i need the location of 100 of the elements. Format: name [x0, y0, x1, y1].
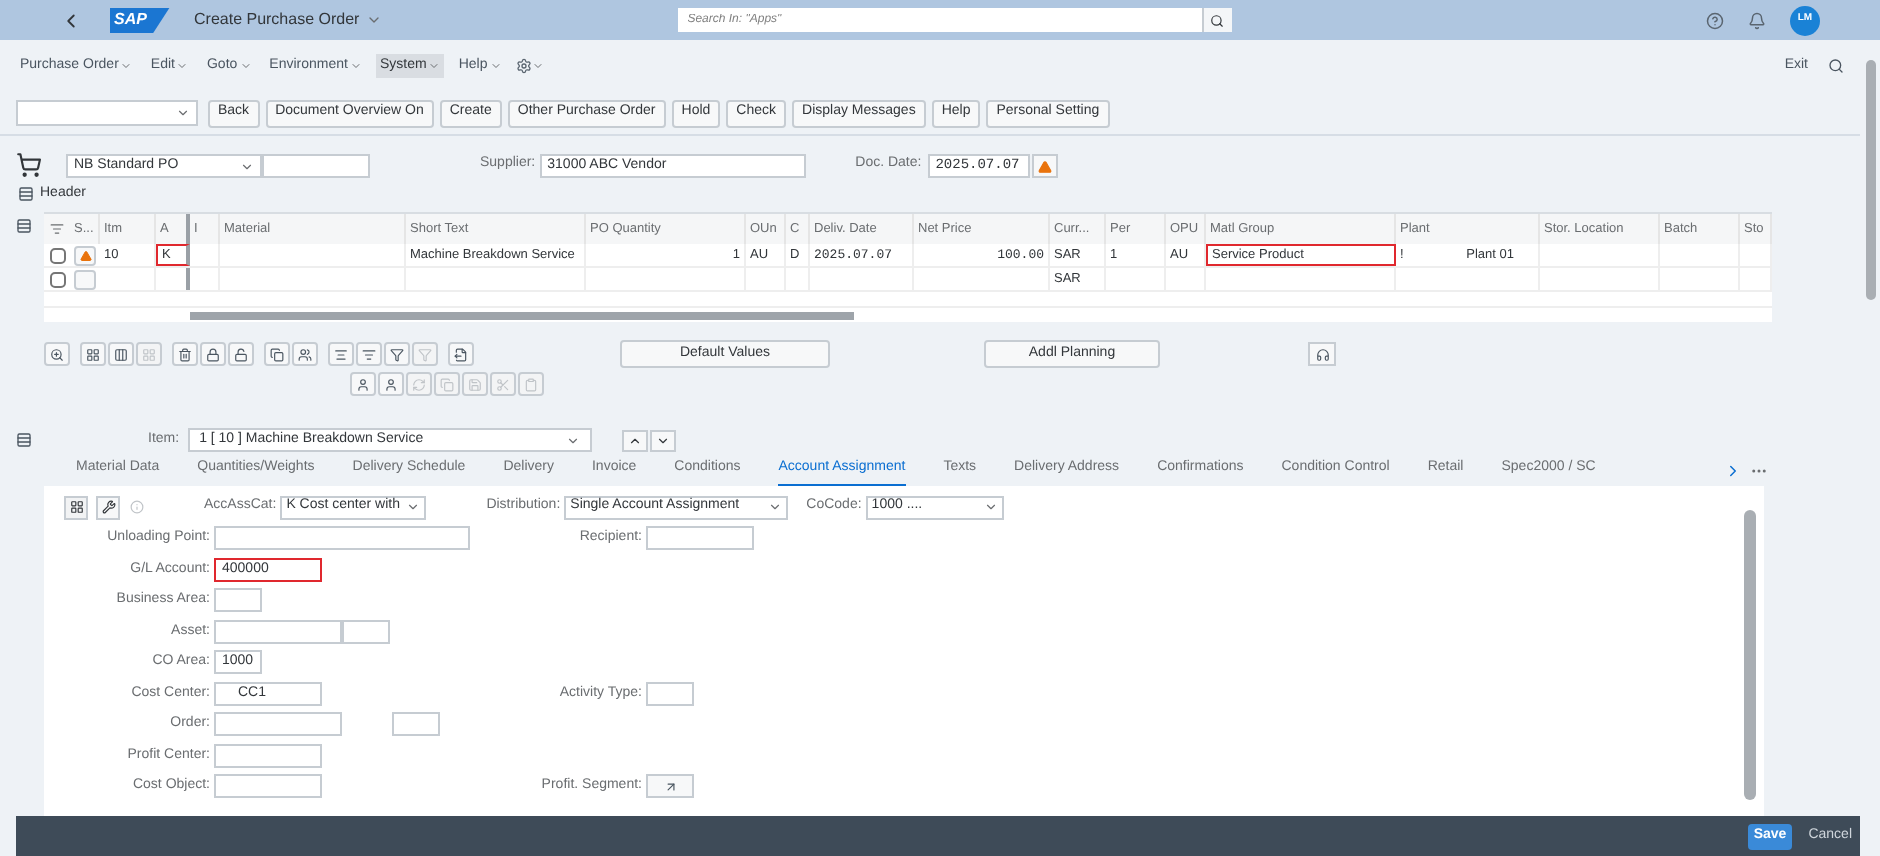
user-icon [384, 377, 398, 391]
caret-icon [365, 12, 382, 28]
tool-button[interactable] [200, 342, 226, 366]
caret-icon [983, 500, 998, 514]
warning-icon [79, 249, 91, 261]
tool-button[interactable] [264, 342, 290, 366]
caret-icon [176, 60, 189, 72]
caret-icon [428, 60, 441, 72]
status-button[interactable] [74, 245, 96, 265]
input-field[interactable] [214, 619, 342, 644]
tool-button[interactable] [96, 495, 120, 519]
caret-icon [240, 159, 254, 173]
app-title: Create Purchase Order [194, 8, 360, 32]
input-button[interactable] [646, 774, 694, 799]
rows-icon [18, 186, 34, 202]
grid-icon [86, 347, 100, 361]
tool-button[interactable] [80, 342, 106, 366]
rows-icon [16, 432, 32, 448]
export-icon [454, 347, 468, 361]
search-icon [1828, 58, 1844, 74]
settings-menu[interactable] [515, 58, 544, 74]
caret-icon [768, 500, 783, 514]
search-button[interactable] [1828, 58, 1844, 74]
next-item-button[interactable] [649, 429, 676, 451]
columns-icon [114, 347, 128, 361]
tool-button[interactable] [108, 342, 134, 366]
horizontal-scrollbar[interactable] [190, 311, 854, 319]
select-all-button[interactable] [50, 222, 64, 236]
filter-icon [390, 347, 404, 361]
chevron-right-icon [1724, 461, 1742, 479]
tool-button[interactable] [292, 342, 318, 366]
info-icon [130, 500, 144, 514]
tool-button[interactable] [228, 342, 254, 366]
caret-icon [565, 433, 580, 447]
scissors-icon [496, 377, 510, 391]
table-settings-button[interactable] [16, 218, 32, 234]
arrow-icon [663, 779, 677, 794]
row-checkbox[interactable] [49, 247, 65, 263]
input-field[interactable] [646, 526, 754, 551]
copy-icon [440, 377, 454, 391]
input-field[interactable] [214, 743, 322, 768]
unlock-icon [234, 347, 248, 361]
chevron-down-icon [655, 433, 670, 447]
cart-icon [16, 152, 42, 178]
wrench-icon [101, 500, 115, 514]
list-filter-icon [362, 347, 376, 361]
tool-button[interactable] [1308, 342, 1336, 366]
row-checkbox[interactable] [49, 271, 65, 287]
headphones-icon [1315, 347, 1329, 361]
user-icon [356, 377, 370, 391]
tool-button[interactable] [448, 342, 474, 366]
lock-icon [206, 347, 220, 361]
vertical-scrollbar[interactable] [1744, 510, 1756, 800]
input-field[interactable] [214, 774, 322, 799]
zoom-icon [50, 347, 64, 361]
lines-icon [334, 347, 348, 361]
scroll-tabs-button[interactable] [1724, 461, 1742, 479]
input-field[interactable] [214, 588, 262, 613]
previous-item-button[interactable] [621, 429, 648, 451]
input-field[interactable] [214, 712, 342, 737]
detail-toggle-button[interactable] [16, 432, 32, 448]
header-toggle-button[interactable] [18, 186, 34, 202]
notifications-button[interactable] [1748, 11, 1766, 29]
tool-button[interactable] [64, 495, 88, 519]
settings-icon [515, 58, 532, 74]
save-icon [468, 377, 482, 391]
tool-button[interactable] [172, 342, 198, 366]
title-menu-button[interactable] [365, 12, 382, 28]
input-field[interactable] [262, 154, 370, 178]
tool-button[interactable] [44, 342, 70, 366]
caret-icon [406, 500, 421, 514]
copy-icon [270, 347, 284, 361]
grid-icon [69, 500, 83, 514]
help-button[interactable] [1706, 11, 1724, 29]
logo: SAP [110, 7, 170, 33]
caret-icon [489, 60, 502, 72]
users-icon [298, 347, 312, 361]
grid-icon [142, 347, 156, 361]
search-icon [1210, 13, 1225, 27]
caret-icon [239, 60, 252, 72]
input-field[interactable] [214, 526, 470, 551]
caret-icon [531, 60, 544, 72]
warning-button[interactable] [1031, 154, 1058, 178]
input-field[interactable] [646, 681, 694, 706]
caret-icon [349, 60, 362, 72]
rows-icon [16, 218, 32, 234]
input-field[interactable] [392, 712, 440, 737]
trash-icon [178, 347, 192, 361]
clipboard-icon [524, 377, 538, 391]
chevron-up-icon [627, 433, 642, 447]
filter-icon [418, 347, 432, 361]
list-icon [50, 222, 64, 236]
help-icon [1706, 11, 1724, 29]
page-scrollbar[interactable] [1865, 60, 1875, 300]
input-field[interactable] [342, 619, 390, 644]
refresh-icon [412, 377, 426, 391]
caret-icon [176, 106, 190, 120]
bell-icon [1748, 11, 1766, 29]
caret-icon [120, 60, 133, 72]
warning-icon [1037, 159, 1052, 173]
